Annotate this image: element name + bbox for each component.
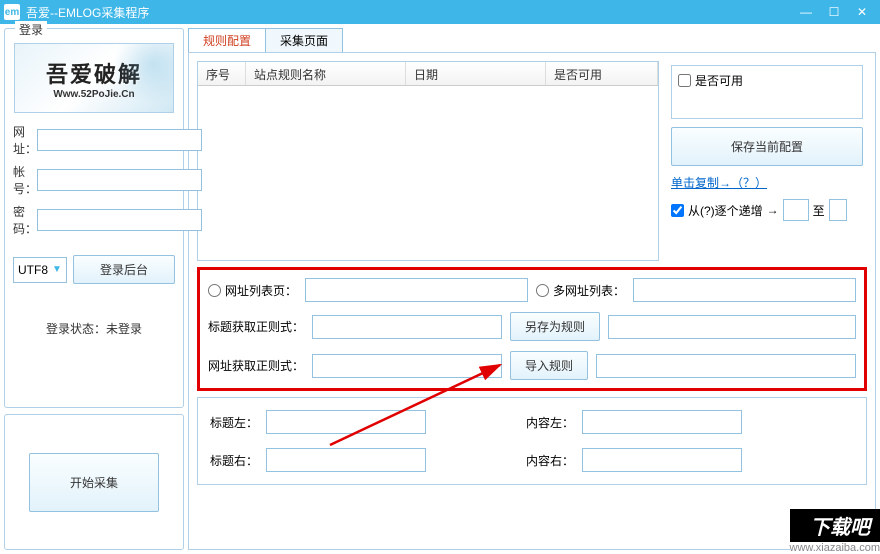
arrow-icon: →: [767, 203, 779, 217]
account-label: 帐号：: [13, 163, 37, 197]
increment-checkbox-label[interactable]: 从(?)逐个递增: [671, 202, 763, 219]
login-status-label: 登录状态：: [46, 322, 106, 336]
radio-multi-list-label: 多网址列表：: [553, 282, 625, 299]
close-button[interactable]: ✕: [848, 1, 876, 23]
extra-input-1[interactable]: [608, 315, 856, 339]
save-config-button[interactable]: 保存当前配置: [671, 127, 863, 166]
highlighted-rules-frame: 网址列表页： 多网址列表： 标题获取正则式： 另存为规则 网址获: [197, 267, 867, 391]
enabled-checkbox-label[interactable]: 是否可用: [678, 72, 856, 89]
app-icon: em: [4, 4, 20, 20]
maximize-button[interactable]: ☐: [820, 1, 848, 23]
password-input[interactable]: [37, 209, 202, 231]
content-left-label: 内容左：: [526, 414, 576, 431]
tab-collect-page[interactable]: 采集页面: [265, 28, 343, 52]
increment-to-input[interactable]: [829, 199, 847, 221]
minimize-button[interactable]: —: [792, 1, 820, 23]
title-regex-label: 标题获取正则式：: [208, 318, 304, 335]
side-controls: 是否可用 保存当前配置 单击复制→（？） 从(?)逐个递增 → 至: [667, 61, 867, 261]
encoding-value: UTF8: [18, 263, 48, 277]
extra-input-2[interactable]: [596, 354, 856, 378]
increment-checkbox[interactable]: [671, 204, 684, 217]
save-as-rule-button[interactable]: 另存为规则: [510, 312, 600, 341]
table-header: 序号 站点规则名称 日期 是否可用: [198, 62, 658, 86]
login-button[interactable]: 登录后台: [73, 255, 175, 284]
url-regex-label: 网址获取正则式：: [208, 357, 304, 374]
url-input[interactable]: [37, 129, 202, 151]
col-enabled[interactable]: 是否可用: [546, 62, 658, 85]
import-rule-button[interactable]: 导入规则: [510, 351, 588, 380]
title-left-label: 标题左：: [210, 414, 260, 431]
content-left-input[interactable]: [582, 410, 742, 434]
dropdown-arrow-icon: ▼: [52, 264, 62, 275]
to-label: 至: [813, 202, 825, 219]
tab-bar: 规则配置 采集页面: [188, 28, 876, 52]
logo-text-main: 吾爱破解: [46, 57, 142, 89]
password-label: 密码：: [13, 203, 37, 237]
title-left-input[interactable]: [266, 410, 426, 434]
encoding-dropdown[interactable]: UTF8 ▼: [13, 257, 67, 283]
increment-from-input[interactable]: [783, 199, 809, 221]
enabled-checkbox[interactable]: [678, 74, 691, 87]
titlebar: em 吾爱--EMLOG采集程序 — ☐ ✕: [0, 0, 880, 24]
tab-rule-config[interactable]: 规则配置: [188, 28, 266, 52]
login-legend: 登录: [15, 21, 47, 38]
radio-list-page-label: 网址列表页：: [225, 282, 297, 299]
list-page-input[interactable]: [305, 278, 528, 302]
title-right-input[interactable]: [266, 448, 426, 472]
copy-link[interactable]: 单击复制→（？）: [671, 174, 863, 191]
radio-list-page[interactable]: [208, 284, 221, 297]
url-regex-input[interactable]: [312, 354, 502, 378]
col-rule-name[interactable]: 站点规则名称: [246, 62, 406, 85]
login-panel: 登录 吾爱破解 Www.52PoJie.Cn 网址： 帐号： 密码： UTF8 …: [4, 28, 184, 408]
account-input[interactable]: [37, 169, 202, 191]
increment-checkbox-text: 从(?)逐个递增: [688, 202, 763, 219]
logo-image: 吾爱破解 Www.52PoJie.Cn: [14, 43, 174, 113]
content-right-input[interactable]: [582, 448, 742, 472]
enabled-box: 是否可用: [671, 65, 863, 119]
content-right-label: 内容右：: [526, 452, 576, 469]
url-label: 网址：: [13, 123, 37, 157]
window-buttons: — ☐ ✕: [792, 1, 876, 23]
login-status-value: 未登录: [106, 322, 142, 336]
title-right-label: 标题右：: [210, 452, 260, 469]
multi-list-input[interactable]: [633, 278, 856, 302]
enabled-checkbox-text: 是否可用: [695, 72, 743, 89]
radio-multi-list[interactable]: [536, 284, 549, 297]
increment-row: 从(?)逐个递增 → 至: [671, 199, 863, 221]
rules-table[interactable]: 序号 站点规则名称 日期 是否可用: [197, 61, 659, 261]
col-seq[interactable]: 序号: [198, 62, 246, 85]
logo-text-url: Www.52PoJie.Cn: [53, 89, 134, 100]
start-collect-button[interactable]: 开始采集: [29, 453, 159, 512]
boundary-section: 标题左： 内容左： 标题右： 内容右：: [197, 397, 867, 485]
col-date[interactable]: 日期: [406, 62, 546, 85]
window-title: 吾爱--EMLOG采集程序: [26, 4, 792, 21]
title-regex-input[interactable]: [312, 315, 502, 339]
start-panel: 开始采集: [4, 414, 184, 550]
